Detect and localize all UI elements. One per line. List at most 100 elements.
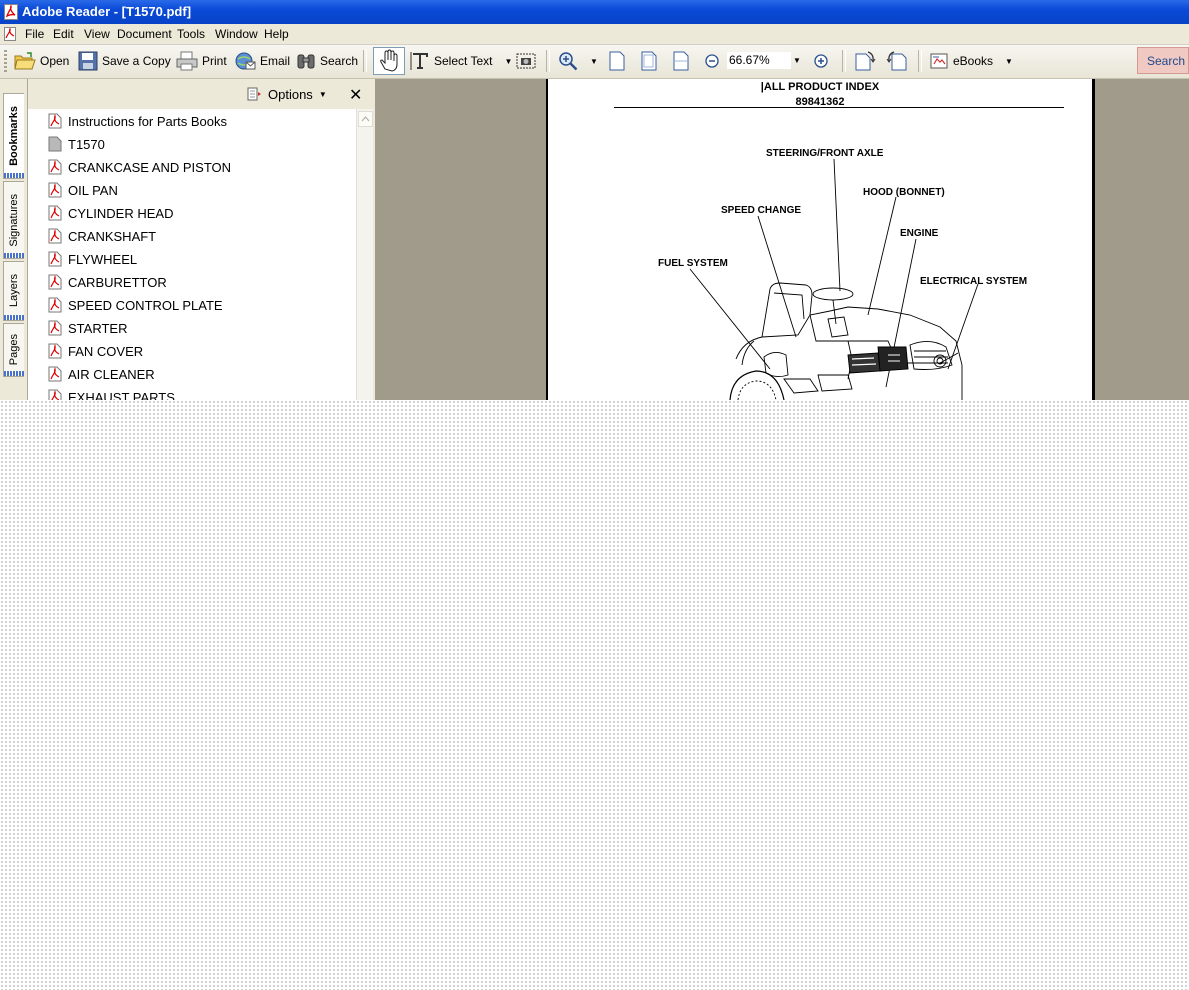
save-copy-button[interactable]: Save a Copy	[78, 48, 171, 74]
bookmark-item[interactable]: AIR CLEANER	[48, 363, 155, 385]
zoom-dropdown-icon[interactable]: ▼	[793, 56, 801, 65]
menu-window[interactable]: Window	[215, 27, 258, 41]
zoom-in-tool-button[interactable]: ▼	[558, 48, 598, 74]
menu-tools[interactable]: Tools	[177, 27, 205, 41]
bookmark-label: AIR CLEANER	[68, 366, 155, 382]
menu-view[interactable]: View	[84, 27, 110, 41]
options-dropdown-icon: ▼	[318, 89, 327, 99]
bookmark-item[interactable]: FAN COVER	[48, 340, 143, 362]
floppy-disk-icon	[78, 51, 98, 71]
fit-page-button[interactable]	[640, 48, 658, 74]
rotate-clockwise-icon	[855, 51, 876, 71]
bookmark-item[interactable]: EXHAUST PARTS	[48, 386, 175, 400]
bookmark-pdf-icon	[48, 159, 62, 175]
tab-signatures[interactable]: Signatures	[3, 181, 24, 259]
bookmark-item[interactable]: CRANKCASE AND PISTON	[48, 156, 231, 178]
bookmark-label: FAN COVER	[68, 343, 144, 359]
adobe-reader-icon	[4, 4, 18, 20]
search-button[interactable]: Search	[296, 48, 358, 74]
bookmark-item[interactable]: CRANKSHAFT	[48, 225, 156, 247]
options-label: Options	[268, 86, 313, 102]
bookmark-page-icon	[48, 136, 62, 152]
zoom-in-plus-icon	[814, 54, 828, 68]
close-panel-icon[interactable]: ✕	[349, 85, 362, 105]
hand-tool-button[interactable]	[373, 47, 405, 75]
bookmark-item[interactable]: FLYWHEEL	[48, 248, 137, 270]
print-button[interactable]: Print	[176, 48, 227, 74]
open-label: Open	[40, 54, 70, 68]
bookmarks-list: Instructions for Parts Books T1570 CRANKCA…	[28, 109, 356, 400]
actual-size-button[interactable]	[608, 48, 626, 74]
bookmark-pdf-icon	[48, 205, 62, 221]
bookmark-item[interactable]: OIL PAN	[48, 179, 118, 201]
open-button[interactable]: Open	[14, 48, 69, 74]
toolbar-separator	[363, 50, 367, 72]
bookmark-item[interactable]: CARBURETTOR	[48, 271, 167, 293]
bookmark-pdf-icon	[48, 274, 62, 290]
bookmark-pdf-icon	[48, 297, 62, 313]
email-globe-icon	[235, 52, 256, 70]
menu-file[interactable]: File	[25, 27, 44, 41]
rotate-clockwise-button[interactable]	[854, 48, 876, 74]
menu-document[interactable]: Document	[117, 27, 172, 41]
bookmark-label: Instructions for Parts Books	[68, 113, 227, 129]
tab-pages[interactable]: Pages	[3, 323, 24, 377]
pdf-page: |ALL PRODUCT INDEX 89841362 STEERING/FRO…	[548, 79, 1092, 400]
bookmark-pdf-icon	[48, 366, 62, 382]
lawn-tractor-illustration	[689, 158, 979, 400]
bookmark-item[interactable]: T1570	[48, 133, 105, 155]
text-select-icon	[410, 52, 428, 70]
snapshot-button[interactable]	[516, 48, 536, 74]
ebooks-icon	[930, 53, 948, 69]
zoom-out-minus-icon	[705, 54, 719, 68]
binoculars-icon	[297, 54, 315, 69]
options-button[interactable]: Options ▼	[246, 86, 327, 102]
tab-bookmarks[interactable]: Bookmarks	[3, 93, 24, 179]
toolbar-separator	[842, 50, 846, 72]
document-view[interactable]: |ALL PRODUCT INDEX 89841362 STEERING/FRO…	[375, 79, 1189, 400]
toolbar-grip[interactable]	[4, 50, 7, 72]
zoom-out-button[interactable]	[704, 48, 720, 74]
toolbar-separator	[918, 50, 922, 72]
select-text-dropdown-icon[interactable]: ▼	[504, 57, 512, 66]
select-text-button[interactable]: Select Text ▼	[410, 48, 512, 74]
email-label: Email	[260, 54, 291, 68]
bookmark-item[interactable]: STARTER	[48, 317, 127, 339]
bookmark-label: FLYWHEEL	[68, 251, 138, 267]
tab-layers[interactable]: Layers	[3, 261, 24, 321]
bookmark-item[interactable]: Instructions for Parts Books	[48, 110, 227, 132]
hand-icon	[380, 49, 398, 72]
pdf-document-icon	[4, 27, 16, 41]
magnifier-zoom-icon	[559, 52, 578, 71]
bookmarks-scrollbar[interactable]	[356, 109, 373, 400]
search-field[interactable]: Search	[1137, 47, 1189, 74]
bookmark-pdf-icon	[48, 343, 62, 359]
tab-bookmarks-label: Bookmarks	[8, 106, 20, 166]
bookmark-label: OIL PAN	[68, 182, 118, 198]
bookmark-pdf-icon	[48, 389, 62, 400]
bookmark-item[interactable]: CYLINDER HEAD	[48, 202, 173, 224]
bookmark-pdf-icon	[48, 113, 62, 129]
menu-help[interactable]: Help	[264, 27, 289, 41]
zoom-in-button[interactable]	[813, 48, 829, 74]
ebooks-dropdown-icon[interactable]: ▼	[1005, 57, 1013, 66]
bookmark-label: CRANKSHAFT	[68, 228, 157, 244]
camera-snapshot-icon	[516, 53, 536, 69]
fit-width-button[interactable]	[672, 48, 690, 74]
bookmark-label: STARTER	[68, 320, 128, 336]
ebooks-button[interactable]: eBooks ▼	[929, 48, 1013, 74]
printer-icon	[176, 51, 198, 71]
bookmark-label: CRANKCASE AND PISTON	[68, 159, 232, 175]
zoom-level-input[interactable]: 66.67%	[727, 52, 791, 69]
zoom-tool-dropdown-icon[interactable]: ▼	[590, 57, 598, 66]
menu-edit[interactable]: Edit	[53, 27, 74, 41]
fit-width-icon	[673, 51, 689, 71]
scroll-up-arrow-icon[interactable]	[358, 111, 373, 127]
rotate-counterclockwise-icon	[886, 51, 907, 71]
save-copy-label: Save a Copy	[102, 54, 171, 68]
email-button[interactable]: Email	[234, 48, 290, 74]
bookmark-item[interactable]: SPEED CONTROL PLATE	[48, 294, 223, 316]
select-text-label: Select Text	[434, 54, 493, 68]
actual-size-page-icon	[609, 51, 625, 71]
rotate-counterclockwise-button[interactable]	[886, 48, 908, 74]
